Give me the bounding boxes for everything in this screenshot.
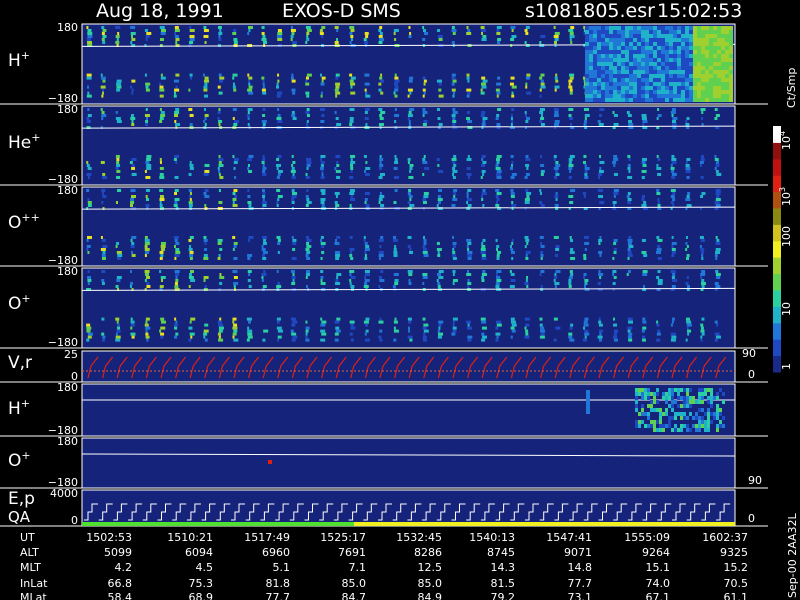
table-cell: 1502:53 [86, 531, 132, 544]
table-cell: 85.0 [342, 577, 367, 590]
table-row-label-mlt: MLT [20, 561, 41, 574]
panel-ymax-oplus: 180 [57, 265, 78, 278]
table-cell: 1525:17 [320, 531, 366, 544]
panel-ymax-hplus2: 180 [57, 381, 78, 394]
table-cell: 1532:45 [396, 531, 442, 544]
panels-layer [0, 23, 768, 527]
colorbar-tick-label: 1 [780, 363, 793, 370]
colorbar-tick-label: 100 [780, 226, 793, 247]
header-instrument: EXOS-D SMS [282, 0, 401, 22]
table-cell: 77.7 [266, 591, 291, 600]
table-cell: 85.0 [418, 577, 443, 590]
side-label: Sep-00 2AA32L [786, 512, 799, 598]
table-cell: 58.4 [108, 591, 133, 600]
table-cell: 1547:41 [546, 531, 592, 544]
panel-ymax-heplus: 180 [57, 103, 78, 116]
panel-heplus [0, 105, 768, 186]
panel-label-sup-oplus2: + [21, 449, 30, 462]
colorbar-swatch [773, 208, 781, 225]
header-date: Aug 18, 1991 [96, 0, 224, 22]
table-cell: 68.9 [189, 591, 214, 600]
panel-rmin-vr: 0 [748, 368, 755, 381]
table-cell: 84.7 [342, 591, 367, 600]
table-cell: 1540:13 [469, 531, 515, 544]
table-cell: 6094 [185, 546, 213, 559]
table-cell: 12.5 [418, 561, 443, 574]
panel-oplus [0, 267, 768, 349]
table-cell: 8286 [414, 546, 442, 559]
header-file: s1081805.esr [525, 0, 655, 22]
panel-label-sup-oplus: + [21, 292, 30, 305]
table-cell: 4.5 [196, 561, 214, 574]
table-cell: 14.3 [491, 561, 516, 574]
panel-label-vr: V,r [8, 353, 32, 373]
table-row-label-alt: ALT [20, 546, 39, 559]
table-row-label-ut: UT [20, 531, 35, 544]
panel-ep [0, 489, 768, 527]
panel-hplus [0, 23, 768, 105]
table-cell: 73.1 [568, 591, 593, 600]
table-cell: 77.7 [568, 577, 593, 590]
colorbar-tick-label: 10 [780, 302, 793, 316]
table-cell: 7691 [338, 546, 366, 559]
panel-oplus2 [0, 437, 768, 489]
panel-label-sup-hplus2: + [21, 397, 30, 410]
panel-rmin-ep: 0 [748, 512, 755, 525]
panel-ymax-vr: 25 [64, 348, 78, 361]
table-cell: 70.5 [724, 577, 749, 590]
table-cell: 5.1 [273, 561, 291, 574]
table-cell: 74.0 [646, 577, 671, 590]
colorbar-swatch [773, 339, 781, 357]
table-cell: 84.9 [418, 591, 443, 600]
colorbar-swatch [773, 257, 781, 275]
panel-vr [0, 350, 768, 383]
colorbar-swatch [773, 322, 781, 340]
colorbar-swatch [773, 158, 781, 176]
table-cell: 66.8 [108, 577, 133, 590]
panel-ymax-hplus: 180 [57, 21, 78, 34]
table-cell: 79.2 [491, 591, 516, 600]
table-cell: 15.2 [724, 561, 749, 574]
table-cell: 14.8 [568, 561, 593, 574]
table-cell: 9264 [642, 546, 670, 559]
table-cell: 81.5 [491, 577, 516, 590]
panel-ymax-oplusplus: 180 [57, 184, 78, 197]
table-cell: 8745 [487, 546, 515, 559]
panel-ymax-ep: 4000 [50, 487, 78, 500]
table-cell: 1517:49 [244, 531, 290, 544]
panel-label-sup-hplus: + [21, 49, 30, 62]
panel-rmin-oplus2: 90 [748, 474, 762, 487]
table-cell: 67.1 [646, 591, 671, 600]
table-row-label-mlat: MLat [20, 591, 47, 600]
panel-ymax-oplus2: 180 [57, 435, 78, 448]
table-cell: 7.1 [349, 561, 367, 574]
panel-ymin-ep: 0 [71, 514, 78, 527]
table-cell: 5099 [104, 546, 132, 559]
table-cell: 9325 [720, 546, 748, 559]
table-cell: 9071 [564, 546, 592, 559]
table-cell: 61.1 [724, 591, 749, 600]
table-cell: 1602:37 [702, 531, 748, 544]
panel-label-sup-oplusplus: ++ [21, 211, 39, 224]
table-cell: 6960 [262, 546, 290, 559]
table-row-label-inlat: InLat [20, 577, 48, 590]
table-cell: 75.3 [189, 577, 214, 590]
table-cell: 1510:21 [167, 531, 213, 544]
table-cell: 4.2 [115, 561, 133, 574]
panel-rmax-vr: 90 [742, 347, 756, 360]
panel-label-sup-heplus: + [31, 131, 40, 144]
table-cell: 15.1 [646, 561, 671, 574]
panel-label2-ep: QA [8, 508, 31, 526]
colorbar-swatch [773, 273, 781, 291]
colorbar-unit-label: Ct/Smp [785, 68, 798, 108]
table-cell: 81.8 [266, 577, 291, 590]
panel-hplus2 [0, 383, 768, 437]
table-cell: 1555:09 [624, 531, 670, 544]
header-time: 15:02:53 [657, 0, 742, 22]
spectrogram-figure: Aug 18, 1991 EXOS-D SMS s1081805.esr 15:… [0, 0, 800, 600]
panel-label-ep: E,p [8, 489, 35, 509]
panel-oplusplus [0, 186, 768, 267]
